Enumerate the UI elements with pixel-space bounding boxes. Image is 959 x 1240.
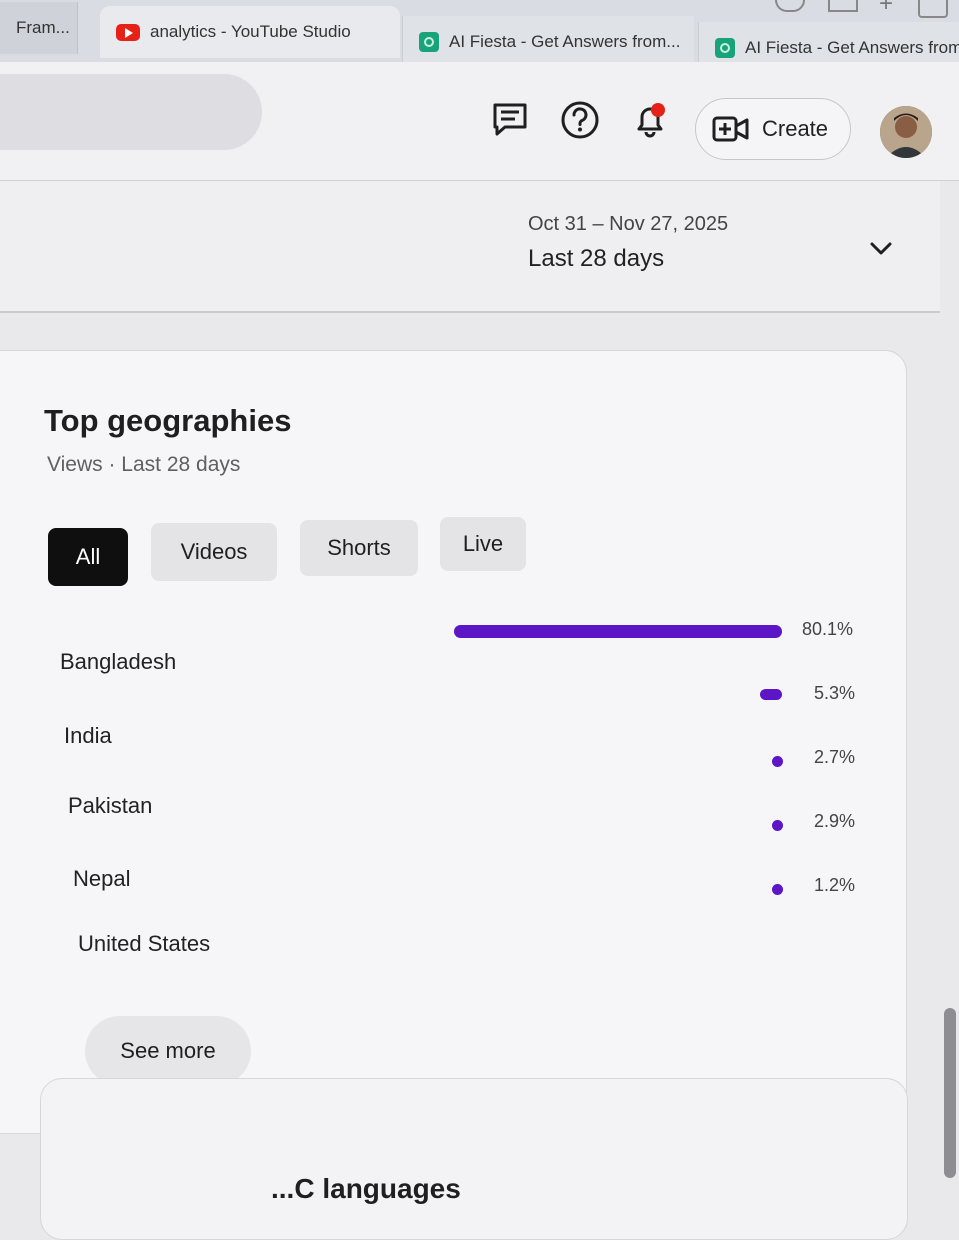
notifications-bell-icon[interactable] — [630, 100, 670, 140]
avatar[interactable] — [880, 106, 932, 158]
geography-bar — [454, 625, 782, 638]
country-label: Pakistan — [68, 793, 153, 818]
browser-tab-ai-fiesta[interactable]: AI Fiesta - Get Answers from... — [402, 16, 694, 68]
scrollbar[interactable] — [944, 1008, 956, 1178]
country-label: Nepal — [73, 866, 131, 891]
geography-bar — [772, 756, 783, 767]
create-button[interactable]: Create — [695, 98, 851, 160]
help-icon[interactable] — [560, 100, 600, 140]
tab-label: AI Fiesta - Get Answers from... — [745, 38, 959, 57]
date-range-dates: Oct 31 – Nov 27, 2025 — [528, 213, 729, 235]
feedback-icon[interactable] — [490, 100, 530, 140]
percent-label: 1.2% — [814, 875, 856, 895]
percent-label: 2.7% — [814, 747, 856, 767]
percent-label: 5.3% — [814, 683, 856, 703]
country-label: India — [64, 723, 112, 748]
filter-chip-all[interactable]: All — [48, 528, 128, 586]
geography-bar — [772, 884, 783, 895]
create-label: Create — [762, 116, 829, 141]
chevron-down-icon[interactable] — [866, 237, 896, 261]
filter-chip-live[interactable]: Live — [440, 517, 526, 571]
date-range-selector[interactable]: Oct 31 – Nov 27, 2025 Last 28 days — [0, 181, 940, 313]
minimize-window-icon[interactable] — [828, 0, 858, 12]
browser-tab-strip: Fram... analytics - YouTube Studio AI Fi… — [0, 0, 959, 74]
create-video-icon — [712, 115, 750, 143]
top-geographies-card: Top geographies Views · Last 28 days All… — [0, 350, 907, 1134]
ai-fiesta-icon — [715, 38, 735, 58]
card-title: Top geographies — [44, 403, 292, 438]
window-restore-icon[interactable] — [918, 0, 948, 18]
tab-search-icon[interactable] — [775, 0, 805, 12]
tab-label: analytics - YouTube Studio — [150, 22, 351, 41]
languages-card: ...C languages — [40, 1078, 908, 1240]
filter-chip-videos[interactable]: Videos — [151, 523, 277, 581]
tab-label: Fram... — [16, 18, 70, 37]
ai-fiesta-icon — [419, 32, 439, 52]
search-input[interactable] — [0, 74, 262, 150]
geography-bar — [760, 689, 782, 700]
filter-chip-shorts[interactable]: Shorts — [300, 520, 418, 576]
studio-header: Create — [0, 62, 959, 181]
youtube-icon — [116, 23, 140, 41]
percent-label: 2.9% — [814, 811, 856, 831]
browser-tab-youtube-studio[interactable]: analytics - YouTube Studio — [100, 6, 400, 58]
new-tab-icon[interactable] — [875, 0, 901, 18]
percent-label: 80.1% — [802, 619, 854, 639]
country-label: Bangladesh — [60, 649, 177, 674]
card-title: ...C languages — [271, 1173, 461, 1204]
see-more-button[interactable]: See more — [85, 1016, 251, 1086]
geography-bar — [772, 820, 783, 831]
country-label: United States — [78, 931, 211, 956]
date-range-label: Last 28 days — [528, 245, 665, 272]
tab-label: AI Fiesta - Get Answers from... — [449, 32, 681, 51]
browser-tab-frame[interactable]: Fram... — [0, 2, 78, 54]
card-subtitle: Views · Last 28 days — [47, 453, 241, 476]
